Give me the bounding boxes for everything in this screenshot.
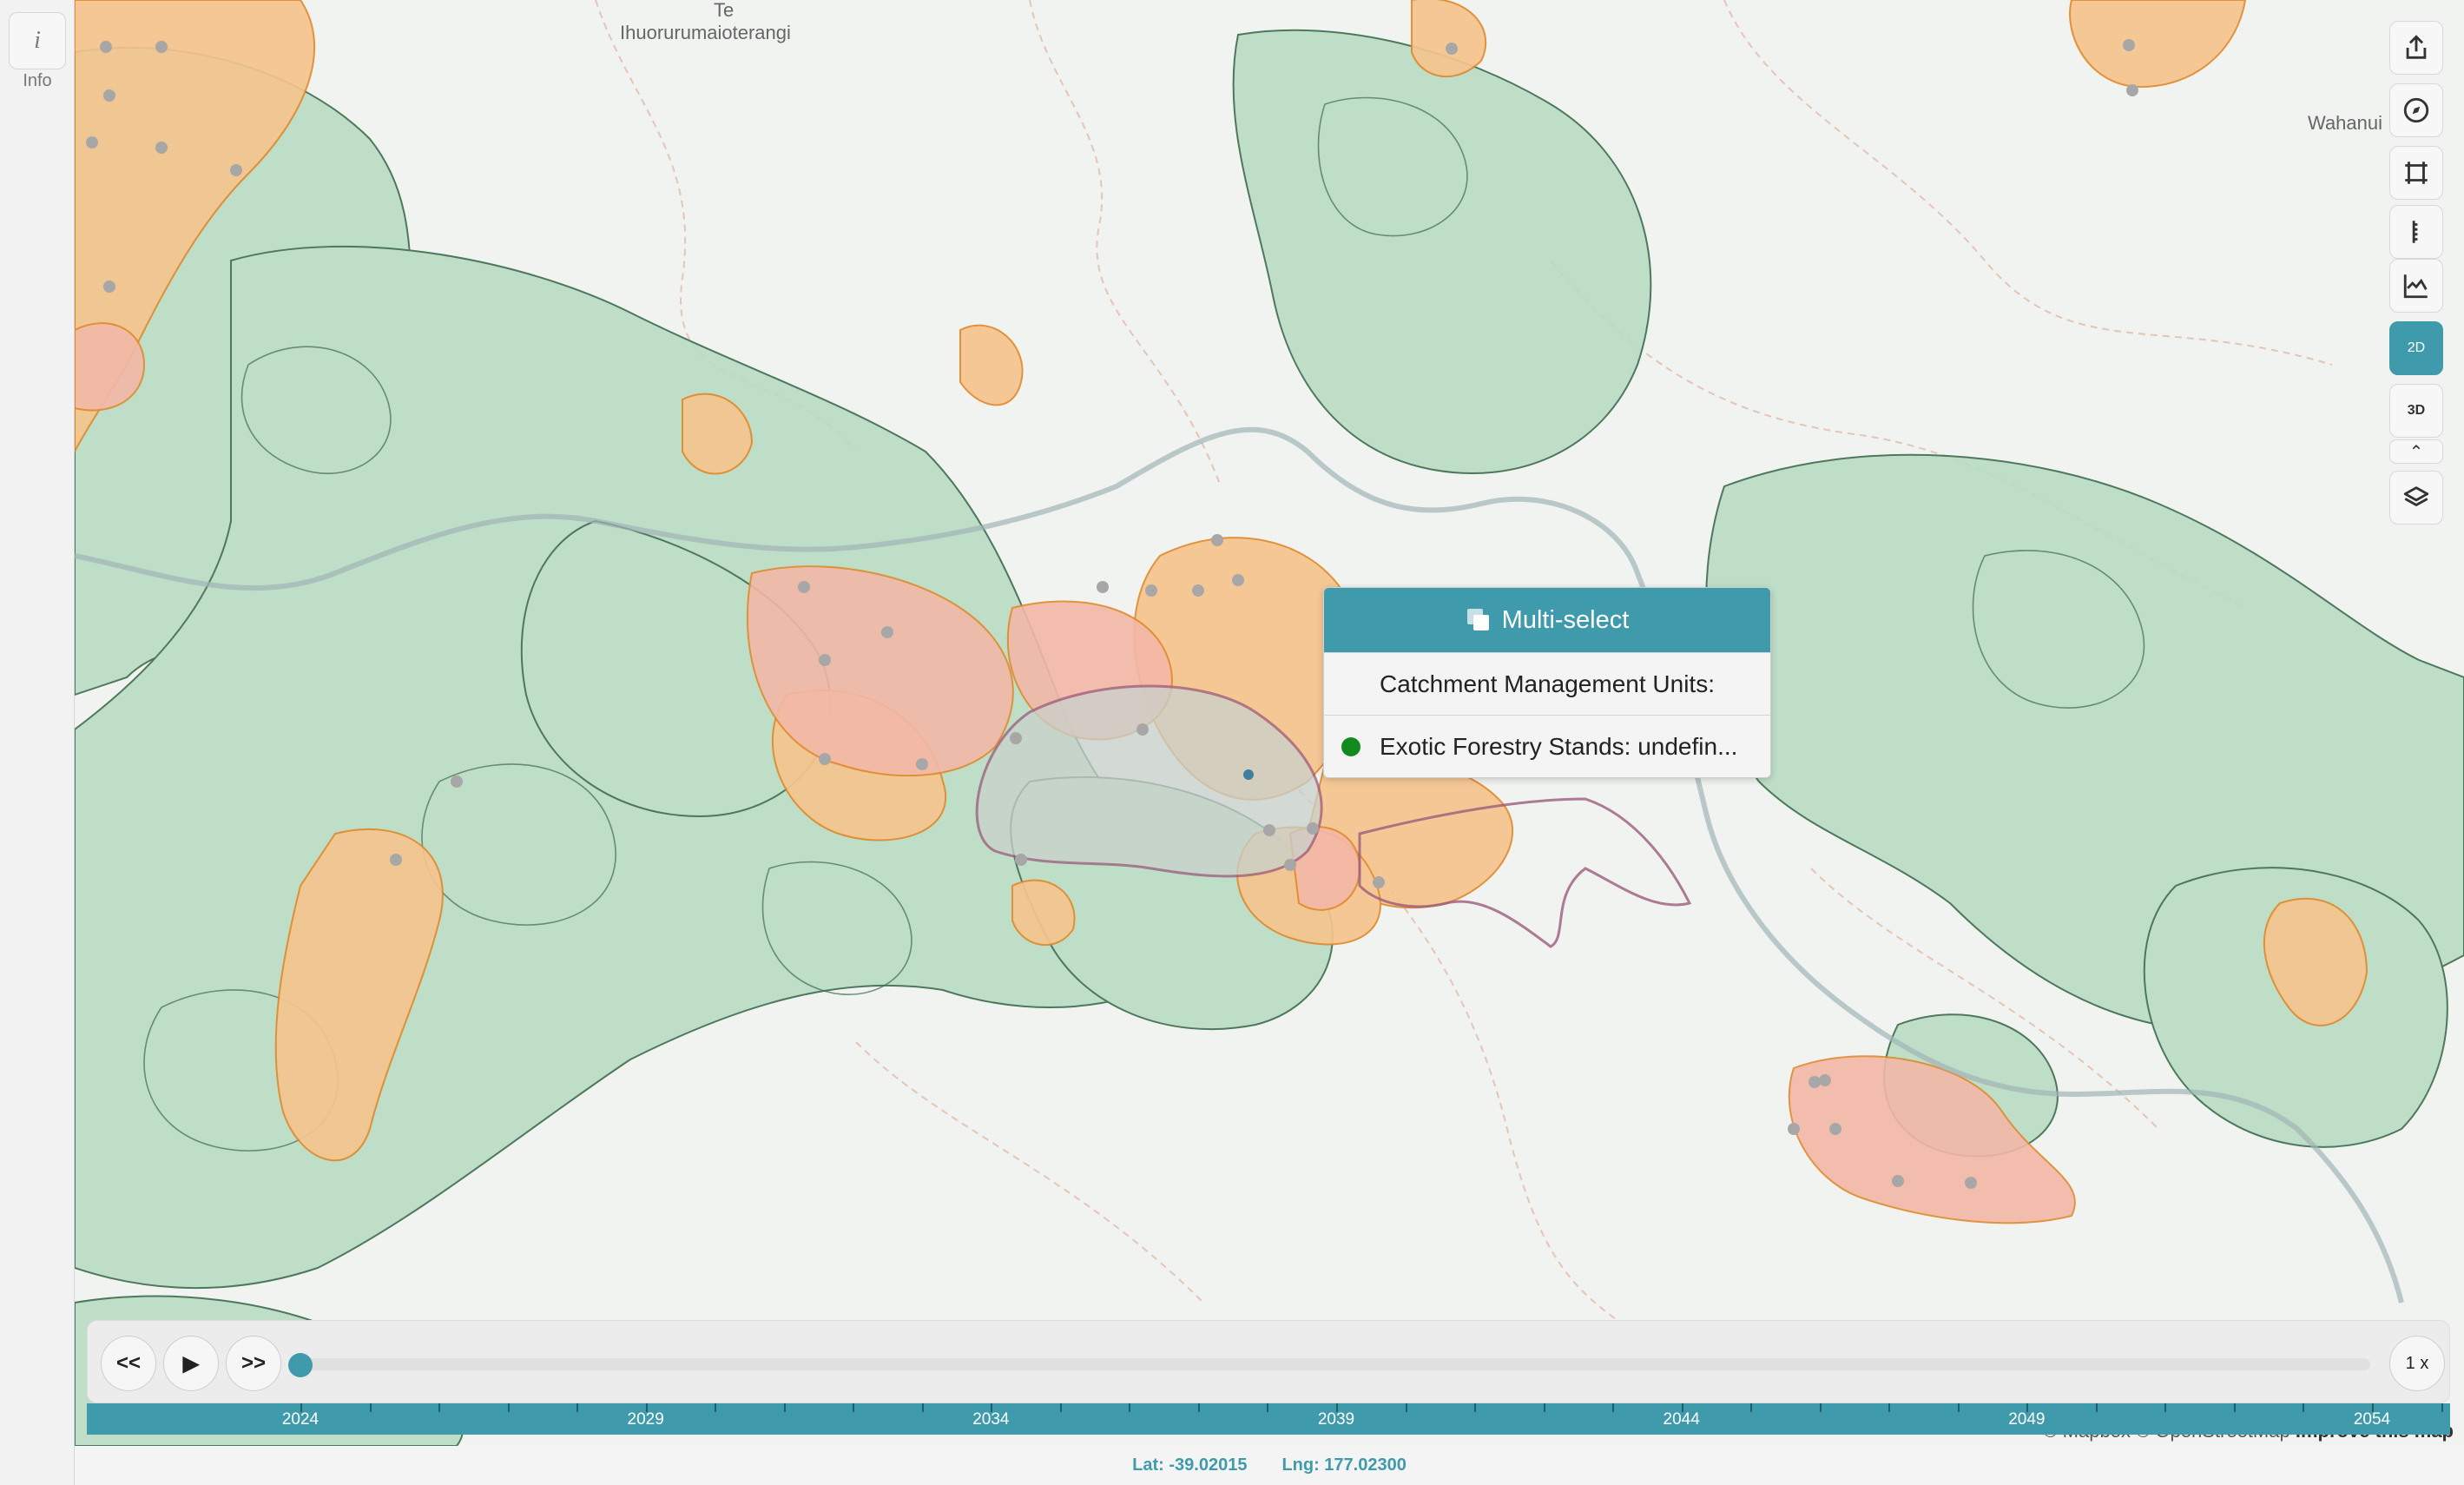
3d-view-button[interactable]: 3D (2389, 384, 2443, 438)
timeline-tick (1543, 1403, 1545, 1412)
elevation-profile-icon (2403, 274, 2428, 299)
info-button[interactable]: i (9, 12, 66, 69)
layers-icon (2403, 486, 2429, 506)
timeline-tick (1750, 1403, 1753, 1412)
timeline-tick (1612, 1403, 1615, 1412)
play-icon: ▶ (182, 1351, 200, 1376)
timeline-tick (1957, 1403, 1960, 1412)
timeline-tick (1059, 1403, 1062, 1412)
compass-icon (2403, 97, 2429, 123)
timeline-tick (1888, 1403, 1891, 1412)
timeline-panel: << ▶ >> 1 x 2024 2029 2034 2039 2044 2049 2054 (87, 1320, 2450, 1442)
multi-select-popup: Multi-select Catchment Management Units:… (1323, 587, 1771, 778)
timeline-tick (1474, 1403, 1477, 1412)
3d-view-icon: 3D (2407, 403, 2426, 418)
compass-button[interactable] (2389, 83, 2443, 137)
timeline-tick (1819, 1403, 1822, 1412)
coordinates-status-bar: Lat: -39.02015 Lng: 177.02300 (75, 1446, 2464, 1485)
timeline-tick (2095, 1403, 2098, 1412)
timeline-tick (576, 1403, 579, 1412)
timeline-tick (1267, 1403, 1269, 1412)
rewind-button[interactable]: << (101, 1336, 156, 1391)
latitude-readout: Lat: -39.02015 (1132, 1455, 1248, 1475)
timeline-tick (2233, 1403, 2236, 1412)
info-label: Info (23, 71, 52, 90)
left-sidebar: i Info (0, 0, 75, 1485)
2d-view-button[interactable]: 2D (2389, 321, 2443, 375)
popup-row-catchment[interactable]: Catchment Management Units: (1324, 652, 1770, 715)
popup-header: Multi-select (1324, 588, 1770, 652)
timeline-tick (2164, 1403, 2167, 1412)
place-label-ihuorurumaioterangi: Ihuorurumaioterangi (620, 22, 791, 43)
timeline-tick (1197, 1403, 1200, 1412)
timeline-tick (1405, 1403, 1407, 1412)
collapse-controls-button[interactable]: ⌃ (2389, 439, 2443, 464)
fast-forward-button[interactable]: >> (226, 1336, 281, 1391)
frame-icon (2405, 162, 2428, 184)
timeline-tick (2441, 1403, 2443, 1412)
multi-select-icon (1466, 609, 1489, 630)
longitude-readout: Lng: 177.02300 (1281, 1455, 1407, 1475)
place-label-te: Te (714, 0, 735, 21)
share-button[interactable] (2389, 21, 2443, 75)
app-window: i Info Te Ihuorurumaioterangi Wahanui Mu… (0, 0, 2464, 1485)
chevron-up-icon: ⌃ (2408, 442, 2424, 462)
timeline-year-label[interactable]: 2044 (1664, 1410, 1700, 1429)
timeline-slider-thumb[interactable] (288, 1353, 313, 1377)
map-layers (75, 0, 2464, 1446)
timeline-slider-track[interactable] (304, 1358, 2370, 1370)
popup-row-label: Exotic Forestry Stands: undefin... (1380, 732, 1738, 760)
timeline-year-label[interactable]: 2039 (1318, 1410, 1354, 1429)
layers-button[interactable] (2389, 471, 2443, 525)
2d-view-icon: 2D (2407, 340, 2426, 355)
timeline-year-label[interactable]: 2049 (2008, 1410, 2045, 1429)
timeline-tick (2303, 1403, 2305, 1412)
timeline-year-label[interactable]: 2054 (2354, 1410, 2390, 1429)
popup-title: Multi-select (1501, 605, 1630, 634)
ruler-button[interactable] (2389, 205, 2443, 259)
timeline-tick (1129, 1403, 1131, 1412)
info-icon: i (34, 27, 41, 54)
popup-row-label: Catchment Management Units: (1380, 670, 1715, 697)
timeline-tick (507, 1403, 510, 1412)
timeline-tick (438, 1403, 441, 1412)
map-canvas[interactable]: Te Ihuorurumaioterangi Wahanui © Mapbox … (75, 0, 2464, 1446)
share-icon (2406, 35, 2427, 59)
ruler-icon (2412, 221, 2418, 243)
timeline-tick (715, 1403, 717, 1412)
elevation-profile-button[interactable] (2389, 259, 2443, 313)
timeline-year-label[interactable]: 2034 (972, 1410, 1009, 1429)
status-dot-icon (1341, 736, 1360, 756)
timeline-year-axis[interactable]: 2024 2029 2034 2039 2044 2049 2054 (87, 1403, 2450, 1435)
play-button[interactable]: ▶ (163, 1336, 219, 1391)
playback-speed-label: 1 x (2405, 1353, 2429, 1373)
frame-button[interactable] (2389, 146, 2443, 200)
timeline-year-label[interactable]: 2024 (282, 1410, 319, 1429)
timeline-tick (853, 1403, 855, 1412)
timeline-tick (369, 1403, 372, 1412)
playback-speed-button[interactable]: 1 x (2389, 1336, 2445, 1391)
place-label-wahanui: Wahanui (2308, 112, 2383, 134)
popup-row-exotic-forestry[interactable]: Exotic Forestry Stands: undefin... (1324, 715, 1770, 777)
timeline-tick (783, 1403, 786, 1412)
rewind-icon: << (115, 1351, 142, 1375)
fast-forward-icon: >> (240, 1351, 267, 1375)
timeline-year-label[interactable]: 2029 (628, 1410, 664, 1429)
timeline-tick (921, 1403, 924, 1412)
